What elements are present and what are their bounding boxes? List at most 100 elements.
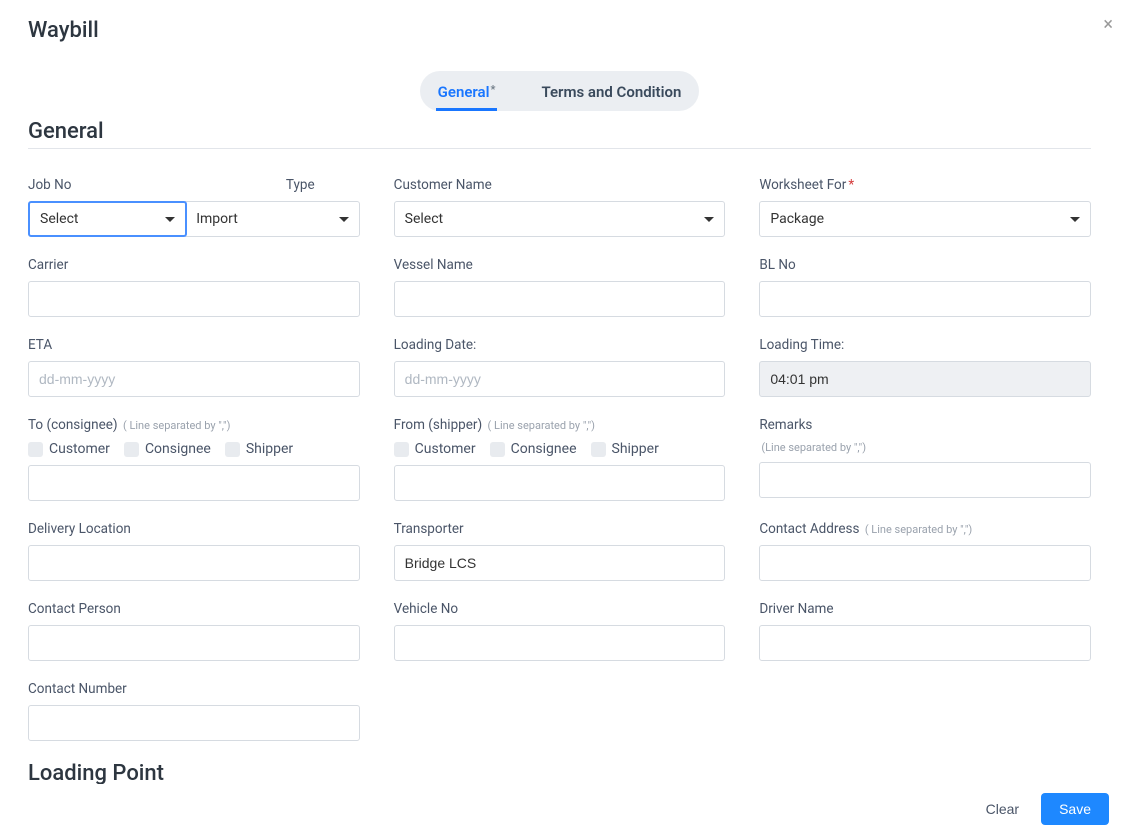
form-row: Contact Person Vehicle No Driver Name: [28, 601, 1091, 661]
label-from-shipper: From (shipper) ( Line separated by ","): [394, 417, 726, 433]
label-sub-linesep: ( Line separated by ","): [123, 419, 230, 432]
label-job-no: Job No: [28, 177, 181, 193]
loading-time-input[interactable]: [759, 361, 1091, 397]
vehicle-no-input[interactable]: [394, 625, 726, 661]
chevron-down-icon: [339, 217, 349, 222]
checkbox-icon: [28, 442, 43, 457]
label-contact-address-text: Contact Address: [759, 521, 859, 537]
delivery-location-input[interactable]: [28, 545, 360, 581]
contact-person-input[interactable]: [28, 625, 360, 661]
from-checkrow: Customer Consignee Shipper: [394, 441, 726, 457]
eta-input[interactable]: [28, 361, 360, 397]
job-type-split: Select Import: [28, 201, 360, 237]
close-icon[interactable]: ×: [1103, 14, 1113, 35]
field-eta: ETA: [28, 337, 360, 397]
field-job-type: Job No Type Select Import: [28, 177, 360, 237]
label-customer-name: Customer Name: [394, 177, 726, 193]
label-group: Job No Type: [28, 177, 360, 193]
label-delivery-location: Delivery Location: [28, 521, 360, 537]
form-row: Job No Type Select Import Customer Name …: [28, 177, 1091, 237]
modal-title: Waybill: [28, 18, 1091, 43]
clear-button[interactable]: Clear: [986, 801, 1019, 817]
to-checkrow: Customer Consignee Shipper: [28, 441, 360, 457]
form-row: ETA Loading Date: Loading Time:: [28, 337, 1091, 397]
field-carrier: Carrier: [28, 257, 360, 317]
label-contact-address: Contact Address ( Line separated by ","): [759, 521, 1091, 537]
label-contact-person: Contact Person: [28, 601, 360, 617]
job-no-select[interactable]: Select: [28, 201, 187, 237]
from-customer-check[interactable]: Customer: [394, 441, 476, 457]
form-row: To (consignee) ( Line separated by ",") …: [28, 417, 1091, 501]
loading-date-input[interactable]: [394, 361, 726, 397]
label-driver-name: Driver Name: [759, 601, 1091, 617]
label-sub-linesep: ( Line separated by ","): [488, 419, 595, 432]
label-loading-date: Loading Date:: [394, 337, 726, 353]
field-transporter: Transporter: [394, 521, 726, 581]
required-star-icon: *: [491, 83, 496, 96]
vessel-name-input[interactable]: [394, 281, 726, 317]
check-label: Consignee: [511, 441, 577, 457]
label-worksheet-for: Worksheet For*: [759, 177, 1091, 193]
field-customer-name: Customer Name Select: [394, 177, 726, 237]
remarks-input[interactable]: [759, 462, 1091, 498]
checkbox-icon: [490, 442, 505, 457]
label-contact-number: Contact Number: [28, 681, 360, 697]
checkbox-icon: [591, 442, 606, 457]
field-remarks: Remarks (Line separated by ","): [759, 417, 1091, 501]
check-label: Customer: [49, 441, 110, 457]
form-row: Contact Number: [28, 681, 1091, 741]
field-loading-date: Loading Date:: [394, 337, 726, 397]
field-contact-person: Contact Person: [28, 601, 360, 661]
form-row: Delivery Location Transporter Contact Ad…: [28, 521, 1091, 581]
tabs: General* Terms and Condition: [420, 71, 700, 111]
to-shipper-check[interactable]: Shipper: [225, 441, 293, 457]
label-from-shipper-text: From (shipper): [394, 417, 483, 433]
chevron-down-icon: [704, 217, 714, 222]
label-type: Type: [286, 177, 315, 193]
field-delivery-location: Delivery Location: [28, 521, 360, 581]
to-consignee-input[interactable]: [28, 465, 360, 501]
tab-general-label: General: [438, 83, 490, 101]
to-consignee-check[interactable]: Consignee: [124, 441, 211, 457]
checkbox-icon: [225, 442, 240, 457]
form-row: Carrier Vessel Name BL No: [28, 257, 1091, 317]
transporter-input[interactable]: [394, 545, 726, 581]
tab-general[interactable]: General*: [428, 77, 506, 111]
label-transporter: Transporter: [394, 521, 726, 537]
label-sub-linesep: ( Line separated by ","): [865, 523, 972, 536]
required-star-icon: *: [848, 177, 854, 193]
to-customer-check[interactable]: Customer: [28, 441, 110, 457]
type-select[interactable]: Import: [185, 201, 359, 237]
job-no-value: Select: [40, 211, 78, 227]
tab-terms[interactable]: Terms and Condition: [531, 77, 691, 111]
section-general-title: General: [28, 119, 1091, 144]
label-loading-time: Loading Time:: [759, 337, 1091, 353]
field-contact-number: Contact Number: [28, 681, 360, 741]
label-eta: ETA: [28, 337, 360, 353]
section-loading-point-title: Loading Point: [28, 761, 1091, 784]
tabs-container: General* Terms and Condition: [28, 71, 1091, 111]
chevron-down-icon: [165, 217, 175, 222]
field-to-consignee: To (consignee) ( Line separated by ",") …: [28, 417, 360, 501]
save-button[interactable]: Save: [1041, 793, 1109, 825]
from-consignee-check[interactable]: Consignee: [490, 441, 577, 457]
remarks-sub: (Line separated by ","): [761, 441, 1091, 454]
check-label: Consignee: [145, 441, 211, 457]
field-loading-time: Loading Time:: [759, 337, 1091, 397]
label-carrier: Carrier: [28, 257, 360, 273]
label-worksheet-text: Worksheet For: [759, 177, 846, 193]
driver-name-input[interactable]: [759, 625, 1091, 661]
label-vehicle-no: Vehicle No: [394, 601, 726, 617]
customer-name-select[interactable]: Select: [394, 201, 726, 237]
label-bl-no: BL No: [759, 257, 1091, 273]
field-bl-no: BL No: [759, 257, 1091, 317]
from-shipper-input[interactable]: [394, 465, 726, 501]
bl-no-input[interactable]: [759, 281, 1091, 317]
worksheet-for-select[interactable]: Package: [759, 201, 1091, 237]
contact-number-input[interactable]: [28, 705, 360, 741]
field-vessel-name: Vessel Name: [394, 257, 726, 317]
field-from-shipper: From (shipper) ( Line separated by ",") …: [394, 417, 726, 501]
contact-address-input[interactable]: [759, 545, 1091, 581]
carrier-input[interactable]: [28, 281, 360, 317]
from-shipper-check[interactable]: Shipper: [591, 441, 659, 457]
